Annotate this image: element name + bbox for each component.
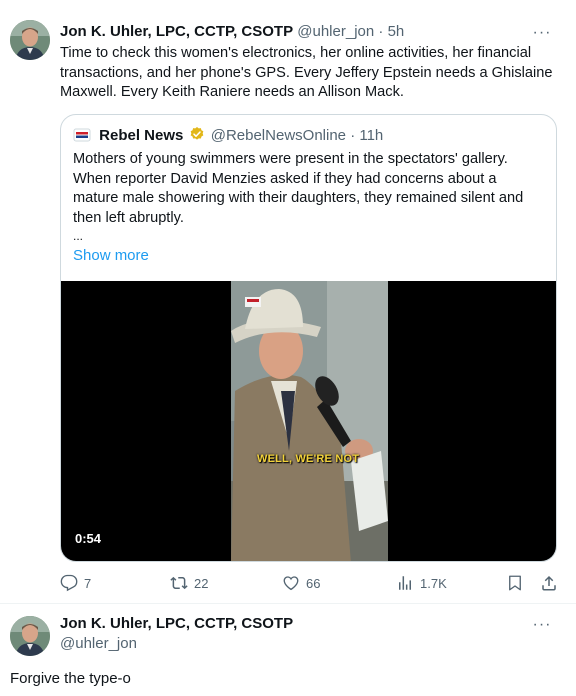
share-icon bbox=[542, 575, 556, 591]
tweet-text: Forgive the type-o bbox=[10, 670, 131, 687]
more-options-button[interactable]: ··· bbox=[530, 617, 554, 638]
video-frame: WELL, WE'RE NOT bbox=[231, 281, 388, 561]
show-more-link[interactable]: Show more bbox=[73, 247, 149, 264]
repost-icon bbox=[170, 576, 188, 590]
quote-timestamp[interactable]: 11h bbox=[359, 127, 383, 144]
separator-dot: · bbox=[350, 127, 356, 144]
bookmark-button[interactable] bbox=[506, 572, 524, 594]
like-button[interactable]: 66 bbox=[282, 572, 320, 594]
author-name[interactable]: Jon K. Uhler, LPC, CCTP, CSOTP bbox=[60, 614, 293, 634]
repost-button[interactable]: 22 bbox=[170, 572, 208, 594]
quote-author-name[interactable]: Rebel News bbox=[99, 127, 183, 144]
quote-author-handle[interactable]: @RebelNewsOnline bbox=[211, 127, 346, 144]
avatar[interactable] bbox=[10, 20, 50, 60]
video-player[interactable]: WELL, WE'RE NOT 0:54 bbox=[61, 281, 556, 561]
views-count: 1.7K bbox=[420, 575, 447, 591]
rebel-news-logo-icon bbox=[73, 128, 91, 142]
reply-icon bbox=[60, 574, 78, 592]
tweet-timestamp[interactable]: 5h bbox=[388, 23, 405, 40]
like-icon bbox=[283, 576, 299, 591]
author-handle[interactable]: @uhler_jon bbox=[297, 23, 374, 40]
separator-dot: · bbox=[378, 23, 384, 40]
avatar[interactable] bbox=[10, 616, 50, 656]
quoted-tweet[interactable]: Rebel News @RebelNewsOnline · 11h Mother… bbox=[60, 114, 557, 562]
bookmark-icon bbox=[509, 575, 521, 591]
video-duration: 0:54 bbox=[75, 531, 102, 546]
author-handle[interactable]: @uhler_jon bbox=[60, 634, 293, 654]
views-button[interactable]: 1.7K bbox=[396, 572, 447, 594]
tweet-text: Time to check this women's electronics, … bbox=[60, 45, 553, 100]
reply-button[interactable]: 7 bbox=[60, 572, 91, 594]
more-options-button[interactable]: ··· bbox=[530, 25, 554, 46]
share-button[interactable] bbox=[540, 572, 558, 594]
tweet[interactable]: Jon K. Uhler, LPC, CCTP, CSOTP @uhler_jo… bbox=[0, 0, 576, 600]
views-icon bbox=[399, 576, 411, 590]
repost-count: 22 bbox=[194, 575, 209, 591]
author-name[interactable]: Jon K. Uhler, LPC, CCTP, CSOTP bbox=[60, 23, 293, 40]
quote-text: Mothers of young swimmers were present i… bbox=[73, 150, 544, 244]
quote-ellipsis: ... bbox=[73, 229, 84, 243]
tweet-actions: 7 22 66 1.7K bbox=[60, 572, 560, 594]
like-count: 66 bbox=[306, 575, 321, 591]
quote-body: Mothers of young swimmers were present i… bbox=[73, 151, 524, 226]
reply-count: 7 bbox=[84, 575, 92, 591]
video-caption: WELL, WE'RE NOT bbox=[257, 453, 360, 465]
verified-icon bbox=[189, 126, 205, 142]
